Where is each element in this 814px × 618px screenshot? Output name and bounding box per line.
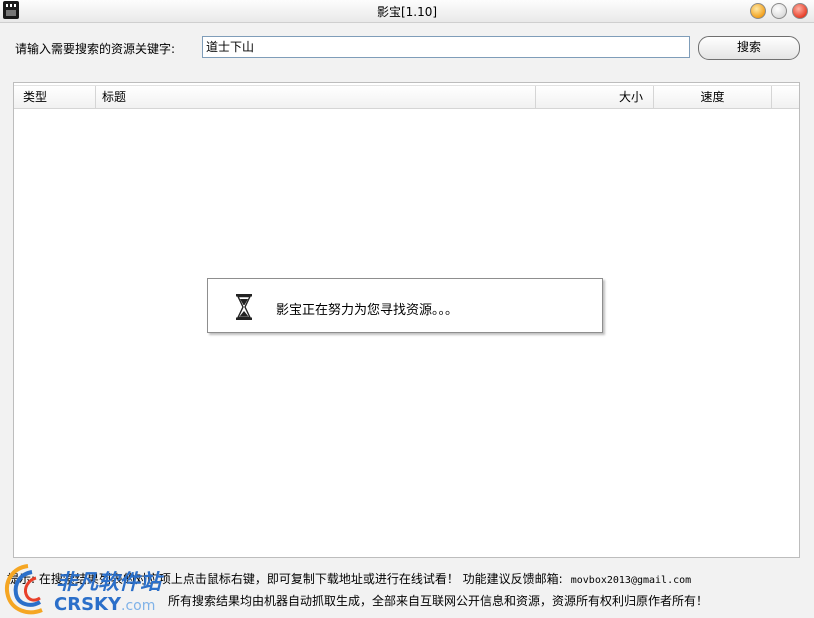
column-header-title[interactable]: 标题	[96, 86, 536, 108]
footer-disclaimer: 所有搜索结果均由机器自动抓取生成，全部来自互联网公开信息和资源，资源所有权利归原…	[168, 594, 709, 608]
loading-message: 影宝正在努力为您寻找资源。。。	[276, 303, 459, 318]
close-icon[interactable]	[792, 3, 808, 19]
watermark-brand: CRSKY	[54, 594, 122, 615]
watermark-suffix: .com	[121, 598, 156, 614]
title-bar: 影宝[1.10]	[0, 0, 814, 23]
search-input[interactable]	[202, 36, 690, 58]
column-header-filler	[772, 86, 799, 108]
search-label: 请输入需要搜索的资源关键字:	[15, 42, 176, 56]
loading-dialog: 影宝正在努力为您寻找资源。。。	[207, 278, 603, 333]
watermark-logo: 非凡软件站 CRSKY.com	[2, 562, 162, 618]
maximize-icon[interactable]	[771, 3, 787, 19]
minimize-icon[interactable]	[750, 3, 766, 19]
hourglass-icon	[236, 294, 252, 320]
table-header: 类型 标题 大小 速度	[14, 85, 799, 109]
swirl-logo-icon	[5, 564, 43, 615]
watermark-text-top: 非凡软件站	[56, 570, 161, 594]
watermark-text-bottom: CRSKY.com	[54, 594, 155, 615]
feedback-email: movbox2013@gmail.com	[570, 575, 692, 586]
column-header-size[interactable]: 大小	[536, 86, 654, 108]
column-header-speed[interactable]: 速度	[654, 86, 772, 108]
search-button[interactable]: 搜索	[698, 36, 800, 60]
window-title: 影宝[1.10]	[376, 5, 438, 19]
column-header-type[interactable]: 类型	[14, 86, 96, 108]
